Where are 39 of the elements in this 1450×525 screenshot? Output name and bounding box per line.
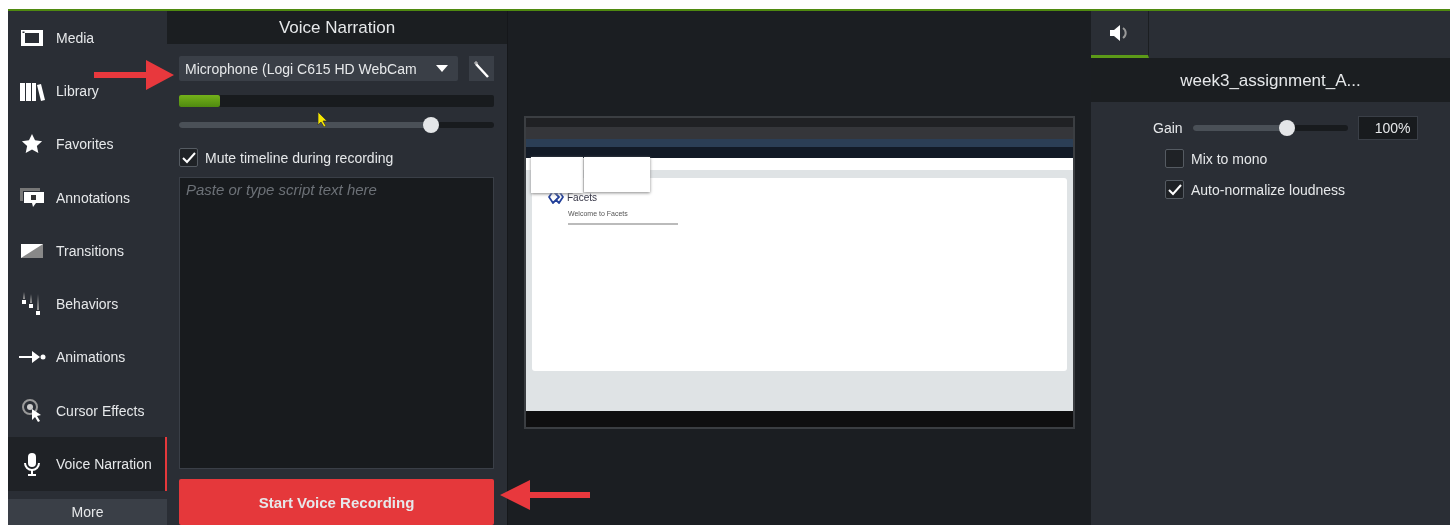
checkbox-label: Auto-normalize loudness: [1191, 181, 1346, 198]
checkbox-label: Mute timeline during recording: [205, 149, 394, 166]
microphone-icon: [23, 452, 41, 476]
sidebar-item[interactable]: Favorites: [8, 117, 167, 171]
panel-title: Voice Narration: [167, 11, 507, 44]
sidebar-item[interactable]: Behaviors: [8, 277, 167, 331]
slider-thumb[interactable]: [1279, 120, 1296, 136]
mouse-cursor-icon: [317, 111, 329, 127]
dropdown-value: Microphone (Logi C615 HD WebCam: [185, 60, 417, 77]
logo-icon: [548, 190, 564, 204]
checkbox[interactable]: [1165, 180, 1184, 199]
gain-input-field[interactable]: 100%: [1357, 116, 1418, 140]
magic-wand-icon: [472, 59, 491, 78]
more-button[interactable]: More: [8, 498, 167, 525]
clip-name: week3_assignment_A...: [1091, 59, 1450, 102]
logo-text: Facets: [567, 191, 597, 203]
checkbox-label: Mix to mono: [1191, 150, 1268, 167]
checkbox[interactable]: [179, 148, 198, 167]
magic-wand-button[interactable]: [469, 56, 494, 81]
gain-slider[interactable]: [1192, 120, 1348, 136]
checkbox[interactable]: [1165, 149, 1184, 168]
arrow-icon: [18, 350, 46, 365]
sidebar-item[interactable]: Animations: [8, 330, 167, 385]
film-icon: [20, 27, 44, 48]
sidebar-item[interactable]: Voice Narration: [8, 437, 167, 491]
microphone-dropdown[interactable]: Microphone (Logi C615 HD WebCam: [179, 56, 458, 81]
cursor-icon: [21, 397, 43, 424]
sidebar-item[interactable]: Cursor Effects: [8, 384, 167, 438]
sidebar-item[interactable]: Transitions: [8, 224, 167, 278]
caret-icon: [436, 65, 448, 72]
sidebar-item[interactable]: Library: [8, 64, 167, 118]
sidebar-item[interactable]: Annotations: [8, 170, 167, 225]
gain-label: Gain: [1153, 120, 1183, 136]
volume-slider[interactable]: [179, 117, 494, 133]
sidebar-item[interactable]: Media: [8, 11, 167, 65]
callout-icon: [19, 186, 45, 209]
slider-thumb[interactable]: [423, 117, 439, 133]
transition-icon: [20, 242, 44, 259]
script-text-area[interactable]: Paste or type script text here: [179, 177, 494, 469]
